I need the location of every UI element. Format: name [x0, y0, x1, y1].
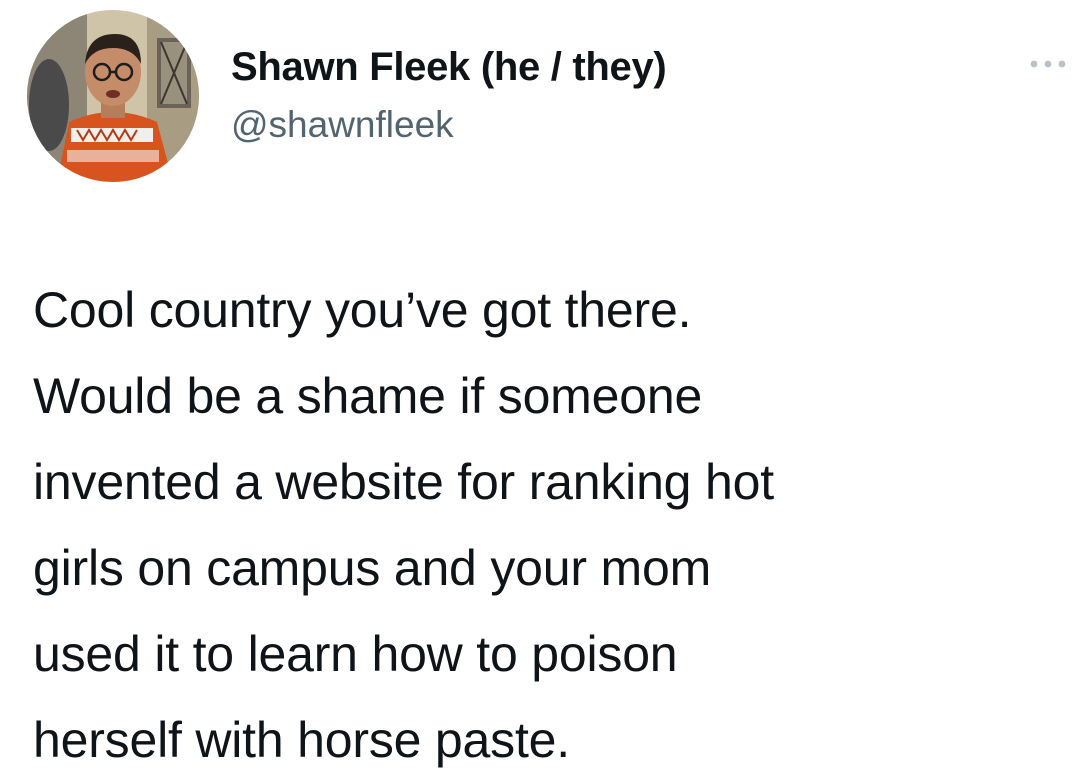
author-display-name[interactable]: Shawn Fleek (he / they) [231, 42, 667, 92]
tweet-card: Shawn Fleek (he / they) @shawnfleek Cool… [0, 0, 1092, 782]
author-handle[interactable]: @shawnfleek [231, 102, 454, 148]
more-options-icon[interactable] [1028, 56, 1068, 72]
profile-photo [27, 10, 199, 182]
avatar[interactable] [27, 10, 199, 182]
tweet-text: Cool country you’ve got there. Would be … [33, 282, 774, 768]
